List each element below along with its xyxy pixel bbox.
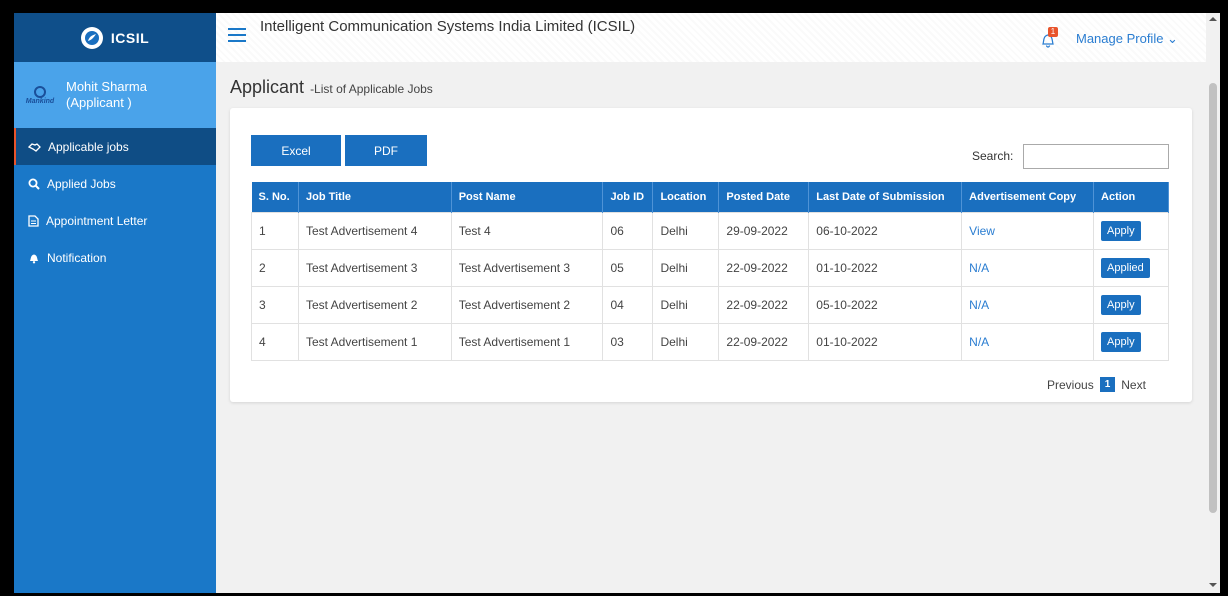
cell-last-date: 01-10-2022 <box>808 322 963 361</box>
pagination: Previous 1 Next <box>1047 377 1146 392</box>
cell-sno: 1 <box>251 211 299 250</box>
user-panel: Mankind Mohit Sharma (Applicant ) <box>14 62 216 128</box>
column-header-job-title[interactable]: Job Title <box>298 182 452 212</box>
company-logo-icon: Mankind <box>22 80 58 110</box>
sidebar-item-label: Notification <box>47 250 107 265</box>
organization-title: Intelligent Communication Systems India … <box>260 18 636 35</box>
manage-profile-dropdown[interactable]: Manage Profile ⌄ <box>1076 31 1178 47</box>
applied-button[interactable]: Applied <box>1101 257 1150 278</box>
scrollbar-thumb[interactable] <box>1209 83 1217 513</box>
cell-job-title: Test Advertisement 1 <box>297 322 452 361</box>
table-row: 3 Test Advertisement 2 Test Advertisemen… <box>251 285 1169 324</box>
page-subtitle: -List of Applicable Jobs <box>310 82 433 96</box>
advertisement-view-link[interactable]: View <box>961 211 1095 250</box>
brand-name: ICSIL <box>110 29 150 46</box>
menu-toggle-icon[interactable] <box>228 28 246 44</box>
user-name: Mohit Sharma <box>66 79 147 94</box>
cell-action: Apply <box>1093 211 1169 250</box>
sidebar-item-label: Applicable jobs <box>48 139 129 154</box>
user-role: (Applicant ) <box>66 95 132 110</box>
cell-last-date: 06-10-2022 <box>808 211 963 250</box>
table-row: 1 Test Advertisement 4 Test 4 06 Delhi 2… <box>251 211 1169 250</box>
cell-location: Delhi <box>652 285 720 324</box>
column-header-posted-date[interactable]: Posted Date <box>718 182 810 212</box>
cell-action: Apply <box>1093 322 1169 361</box>
sidebar-item-notification[interactable]: Notification <box>14 239 216 276</box>
cell-posted-date: 29-09-2022 <box>718 211 810 250</box>
cell-advertisement-copy: N/A <box>961 322 1095 361</box>
sidebar-item-applicable-jobs[interactable]: Applicable jobs <box>14 128 216 165</box>
cell-last-date: 01-10-2022 <box>808 248 963 287</box>
column-header-action[interactable]: Action <box>1093 182 1169 212</box>
sidebar: ICSIL Mankind Mohit Sharma (Applicant ) … <box>14 13 216 593</box>
apply-button[interactable]: Apply <box>1101 294 1141 315</box>
search-input[interactable] <box>1023 144 1169 169</box>
cell-sno: 2 <box>251 248 299 287</box>
cell-job-id: 04 <box>602 285 654 324</box>
top-header: Intelligent Communication Systems India … <box>216 13 1206 62</box>
company-logo-text: Mankind <box>25 97 55 105</box>
cell-post-name: Test 4 <box>450 211 604 250</box>
scroll-down-arrow-icon[interactable] <box>1209 583 1217 587</box>
brand-bar[interactable]: ICSIL <box>14 13 216 62</box>
cell-sno: 3 <box>251 285 299 324</box>
cell-posted-date: 22-09-2022 <box>718 248 810 287</box>
pagination-next[interactable]: Next <box>1121 378 1146 392</box>
cell-post-name: Test Advertisement 3 <box>450 248 604 287</box>
sidebar-item-label: Applied Jobs <box>47 176 116 191</box>
sidebar-item-applied-jobs[interactable]: Applied Jobs <box>14 165 216 202</box>
cell-posted-date: 22-09-2022 <box>718 285 810 324</box>
cell-action: Applied <box>1093 248 1169 287</box>
notification-count-badge: 1 <box>1048 27 1058 37</box>
table-row: 2 Test Advertisement 3 Test Advertisemen… <box>251 248 1169 287</box>
column-header-sno[interactable]: S. No. <box>251 182 299 212</box>
apply-button[interactable]: Apply <box>1101 331 1141 352</box>
cell-sno: 4 <box>251 322 299 361</box>
pdf-export-button[interactable]: PDF <box>345 135 427 166</box>
app-window: ICSIL Mankind Mohit Sharma (Applicant ) … <box>14 13 1220 593</box>
cell-job-title: Test Advertisement 3 <box>297 248 452 287</box>
cell-job-id: 06 <box>602 211 654 250</box>
page-title: Applicant <box>230 77 305 97</box>
search-label: Search: <box>972 149 1014 163</box>
cell-advertisement-copy: N/A <box>961 248 1095 287</box>
cell-job-id: 03 <box>602 322 654 361</box>
sidebar-item-label: Appointment Letter <box>46 213 148 228</box>
cell-posted-date: 22-09-2022 <box>718 322 810 361</box>
icsil-logo-icon <box>80 26 103 49</box>
column-header-advertisement-copy[interactable]: Advertisement Copy <box>961 182 1095 212</box>
applicable-jobs-table: S. No. Job Title Post Name Job ID Locati… <box>251 182 1169 361</box>
sidebar-item-appointment-letter[interactable]: Appointment Letter <box>14 202 216 239</box>
search-icon <box>28 178 40 190</box>
excel-export-button[interactable]: Excel <box>251 135 341 166</box>
cell-post-name: Test Advertisement 1 <box>450 322 604 361</box>
handshake-icon <box>28 142 41 152</box>
page-scrollbar[interactable] <box>1206 13 1220 593</box>
sidebar-nav: Applicable jobs Applied Jobs Appointment… <box>14 128 216 276</box>
pagination-page-1[interactable]: 1 <box>1099 377 1116 392</box>
column-header-location[interactable]: Location <box>652 182 720 212</box>
document-icon <box>28 214 39 227</box>
cell-location: Delhi <box>652 322 720 361</box>
cell-last-date: 05-10-2022 <box>808 285 963 324</box>
table-header-row: S. No. Job Title Post Name Job ID Locati… <box>251 182 1169 212</box>
column-header-last-date[interactable]: Last Date of Submission <box>808 182 963 212</box>
cell-post-name: Test Advertisement 2 <box>450 285 604 324</box>
scroll-up-arrow-icon[interactable] <box>1209 17 1217 21</box>
table-row: 4 Test Advertisement 1 Test Advertisemen… <box>251 322 1169 361</box>
cell-job-title: Test Advertisement 4 <box>297 211 452 250</box>
cell-job-title: Test Advertisement 2 <box>297 285 452 324</box>
cell-action: Apply <box>1093 285 1169 324</box>
cell-location: Delhi <box>652 211 720 250</box>
jobs-card: Excel PDF Search: S. No. Job Title Post … <box>230 108 1192 402</box>
column-header-job-id[interactable]: Job ID <box>602 182 654 212</box>
page-heading: Applicant -List of Applicable Jobs <box>230 77 433 98</box>
cell-location: Delhi <box>652 248 720 287</box>
column-header-post-name[interactable]: Post Name <box>451 182 604 212</box>
bell-icon <box>30 254 38 263</box>
cell-job-id: 05 <box>602 248 654 287</box>
apply-button[interactable]: Apply <box>1101 220 1141 241</box>
cell-advertisement-copy: N/A <box>961 285 1095 324</box>
pagination-previous[interactable]: Previous <box>1047 378 1094 392</box>
